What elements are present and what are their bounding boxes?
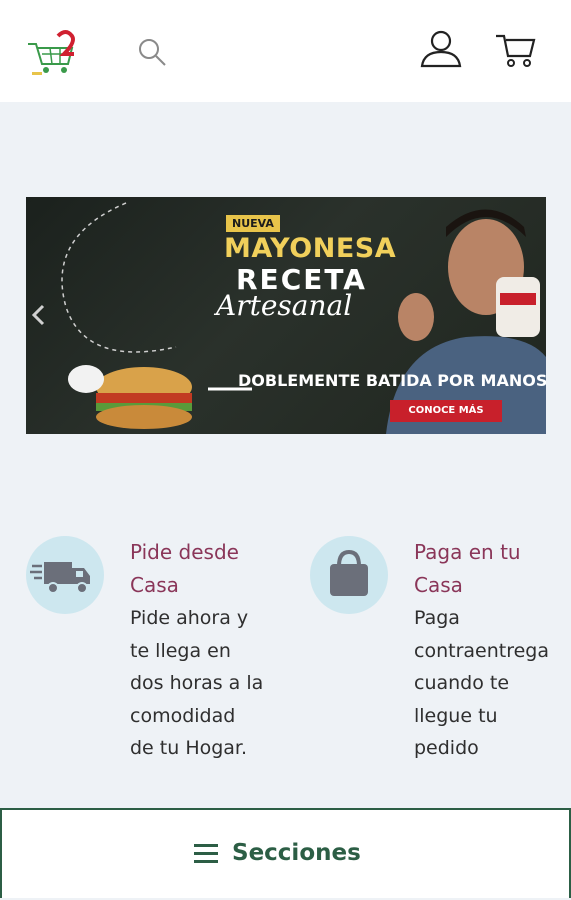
delivery-truck-icon: [30, 562, 90, 594]
feature-line: de tu Hogar.: [130, 737, 248, 759]
feature-line: comodidad: [130, 704, 236, 727]
menu-icon: [194, 844, 218, 863]
feature-line: contraentrega: [414, 639, 549, 662]
banner-tagline: DOBLEMENTE BATIDA POR MANOS: [238, 371, 546, 390]
shopping-bag-icon: [330, 549, 368, 596]
user-icon: [420, 30, 462, 68]
feature-line: pedido: [414, 737, 479, 759]
feature-icon-circle: [310, 536, 388, 614]
store-logo[interactable]: [24, 28, 82, 80]
top-header: [0, 0, 571, 102]
carousel-prev-button[interactable]: [28, 300, 50, 330]
feature-line: Paga: [414, 607, 460, 629]
feature-pay-at-home: Paga en tu Casa Paga contraentrega cuand…: [310, 536, 570, 776]
search-button[interactable]: [134, 34, 170, 70]
cart-icon: [496, 34, 536, 67]
feature-description: Paga contraentrega cuando te llegue tu p…: [414, 602, 564, 765]
sections-label: Secciones: [232, 840, 361, 866]
sections-menu-button[interactable]: Secciones: [0, 808, 571, 898]
feature-icon-circle: [26, 536, 104, 614]
feature-line: te llega en: [130, 639, 231, 662]
new-badge: NUEVA: [226, 215, 280, 232]
banner-title-line3: Artesanal: [216, 289, 353, 322]
feature-title: Paga en tu Casa: [414, 540, 521, 597]
account-button[interactable]: [418, 26, 464, 72]
banner-title-line1: MAYONESA: [224, 233, 397, 264]
feature-line: Pide ahora y: [130, 607, 249, 629]
cart-button[interactable]: [494, 30, 538, 70]
learn-more-button[interactable]: CONOCE MÁS: [390, 400, 502, 422]
promo-banner[interactable]: NUEVA MAYONESA RECETA Artesanal DOBLEMEN…: [26, 197, 546, 434]
chevron-left-icon: [31, 304, 45, 326]
feature-line: llegue tu: [414, 704, 498, 727]
feature-order-from-home: Pide desde Casa Pide ahora y te llega en…: [26, 536, 286, 776]
feature-line: dos horas a la: [130, 672, 264, 694]
feature-title: Pide desde Casa: [130, 540, 239, 597]
feature-line: cuando te: [414, 672, 510, 694]
search-icon: [139, 39, 166, 66]
feature-description: Pide ahora y te llega en dos horas a la …: [130, 602, 280, 765]
